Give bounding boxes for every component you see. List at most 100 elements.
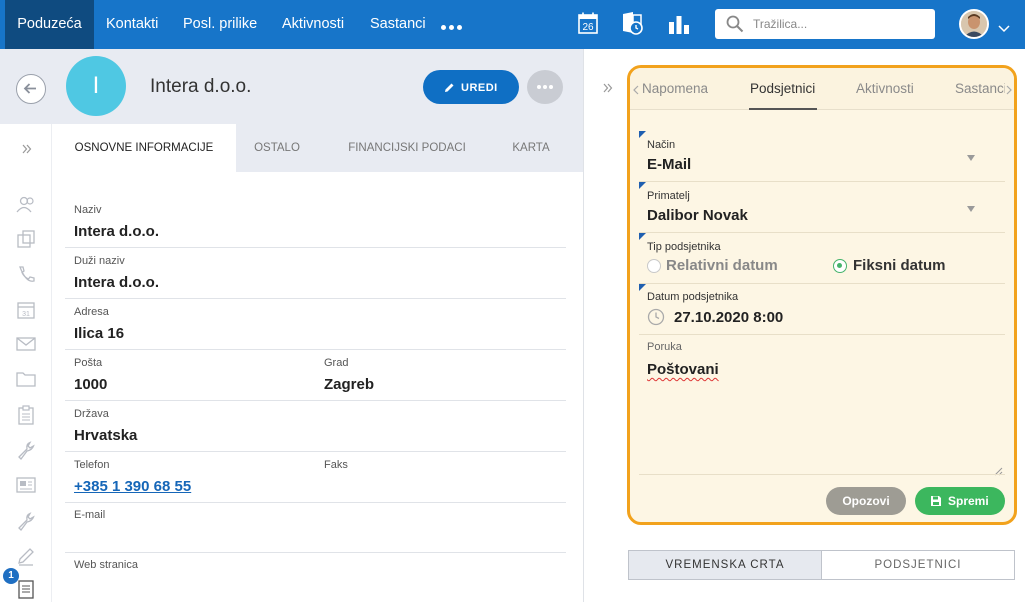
svg-text:31: 31 bbox=[22, 311, 30, 318]
top-navigation-bar: Poduzeća Kontakti Posl. prilike Aktivnos… bbox=[0, 0, 1025, 49]
expand-sidebar-icon[interactable] bbox=[22, 141, 32, 159]
calendar-day-number: 26 bbox=[582, 22, 594, 33]
user-avatar[interactable] bbox=[959, 9, 989, 39]
grad-value[interactable]: Zagreb bbox=[324, 376, 374, 393]
cancel-button[interactable]: Opozovi bbox=[826, 487, 906, 515]
tab-financijski-podaci[interactable]: FINANCIJSKI PODACI bbox=[318, 124, 496, 172]
dropdown-caret-icon[interactable] bbox=[967, 206, 975, 212]
tab-osnovne-informacije[interactable]: OSNOVNE INFORMACIJE bbox=[52, 124, 236, 172]
more-options-button[interactable] bbox=[527, 70, 563, 104]
posta-value[interactable]: 1000 bbox=[74, 376, 107, 393]
field-divider bbox=[65, 552, 566, 553]
field-divider bbox=[65, 451, 566, 452]
field-divider bbox=[639, 232, 1005, 233]
contacts-icon[interactable] bbox=[16, 196, 36, 219]
companies-icon[interactable] bbox=[16, 230, 36, 253]
activities-clock-icon[interactable] bbox=[621, 11, 645, 42]
company-avatar: I bbox=[66, 56, 126, 116]
resize-grip-icon[interactable] bbox=[994, 463, 1003, 481]
save-button[interactable]: Spremi bbox=[915, 487, 1005, 515]
mail-icon[interactable] bbox=[16, 336, 36, 357]
datum-value[interactable]: 27.10.2020 8:00 bbox=[674, 309, 783, 326]
phone-icon[interactable] bbox=[16, 265, 36, 290]
field-divider bbox=[65, 502, 566, 503]
search-input[interactable] bbox=[753, 15, 923, 33]
nav-item-poduzeca[interactable]: Poduzeća bbox=[5, 0, 94, 49]
arrow-left-icon bbox=[23, 83, 36, 94]
naziv-value[interactable]: Intera d.o.o. bbox=[74, 223, 159, 240]
duzi-naziv-value[interactable]: Intera d.o.o. bbox=[74, 274, 159, 291]
field-divider bbox=[65, 400, 566, 401]
floppy-disk-icon bbox=[930, 495, 942, 510]
back-button[interactable] bbox=[16, 74, 46, 104]
field-divider bbox=[639, 474, 1005, 475]
pencil-icon bbox=[444, 82, 455, 96]
field-divider bbox=[65, 247, 566, 248]
folder-icon[interactable] bbox=[16, 370, 36, 393]
nav-item-kontakti[interactable]: Kontakti bbox=[106, 0, 158, 49]
save-button-label: Spremi bbox=[948, 494, 989, 508]
nav-item-sastanci[interactable]: Sastanci bbox=[370, 0, 426, 49]
faks-label: Faks bbox=[324, 459, 348, 471]
edit-note-icon[interactable] bbox=[16, 546, 36, 571]
search-icon bbox=[726, 15, 744, 38]
news-icon[interactable] bbox=[16, 476, 36, 499]
calendar-icon[interactable]: 26 bbox=[578, 12, 598, 39]
radio-fiksni-datum[interactable] bbox=[833, 259, 847, 273]
primatelj-select[interactable]: Dalibor Novak bbox=[647, 207, 748, 224]
drzava-label: Država bbox=[74, 408, 109, 420]
required-marker bbox=[639, 182, 646, 189]
nav-item-poslovne-prilike[interactable]: Posl. prilike bbox=[183, 0, 257, 49]
nacin-select[interactable]: E-Mail bbox=[647, 156, 691, 173]
chevron-right-icon[interactable] bbox=[1006, 82, 1012, 100]
panel-divider bbox=[583, 49, 584, 602]
poruka-label: Poruka bbox=[647, 341, 682, 353]
wrench-icon[interactable] bbox=[16, 440, 36, 465]
search-box bbox=[715, 9, 935, 39]
reminder-panel: Napomena Podsjetnici Aktivnosti Sastanci… bbox=[627, 65, 1017, 525]
tab-sastanci[interactable]: Sastanci bbox=[955, 81, 1005, 96]
chevron-down-icon[interactable] bbox=[998, 20, 1010, 38]
tab-podsjetnici[interactable]: Podsjetnici bbox=[750, 81, 815, 96]
collapse-panel-icon[interactable] bbox=[603, 80, 613, 98]
telefon-label: Telefon bbox=[74, 459, 110, 471]
fiksni-datum-label[interactable]: Fiksni datum bbox=[853, 257, 946, 274]
adresa-label: Adresa bbox=[74, 306, 109, 318]
dropdown-caret-icon[interactable] bbox=[967, 155, 975, 161]
active-tab-underline bbox=[749, 108, 817, 110]
tab-aktivnosti[interactable]: Aktivnosti bbox=[856, 81, 914, 96]
posta-label: Pošta bbox=[74, 357, 103, 369]
tab-podsjetnici-bottom[interactable]: PODSJETNICI bbox=[822, 551, 1014, 579]
tab-karta[interactable]: KARTA bbox=[496, 124, 566, 172]
telefon-link[interactable]: +385 1 390 68 55 bbox=[74, 478, 191, 495]
field-divider bbox=[639, 283, 1005, 284]
nav-item-aktivnosti[interactable]: Aktivnosti bbox=[282, 0, 344, 49]
field-divider bbox=[65, 298, 566, 299]
calendar-rail-icon[interactable]: 31 bbox=[16, 300, 36, 325]
relativni-datum-label[interactable]: Relativni datum bbox=[666, 257, 778, 274]
document-list-icon[interactable] bbox=[16, 579, 36, 602]
bottom-tabs: VREMENSKA CRTA PODSJETNICI bbox=[628, 550, 1015, 580]
company-title: Intera d.o.o. bbox=[150, 76, 252, 97]
adresa-value[interactable]: Ilica 16 bbox=[74, 325, 124, 342]
tools-icon[interactable] bbox=[16, 511, 36, 536]
duzi-naziv-label: Duži naziv bbox=[74, 255, 125, 267]
required-marker bbox=[639, 131, 646, 138]
tab-napomena[interactable]: Napomena bbox=[642, 81, 708, 96]
tab-vremenska-crta[interactable]: VREMENSKA CRTA bbox=[629, 551, 822, 579]
more-nav-icon[interactable] bbox=[441, 17, 465, 31]
clock-icon[interactable] bbox=[647, 308, 665, 331]
datum-label: Datum podsjetnika bbox=[647, 291, 739, 303]
drzava-value[interactable]: Hrvatska bbox=[74, 427, 137, 444]
required-marker bbox=[639, 233, 646, 240]
reports-chart-icon[interactable] bbox=[668, 14, 690, 39]
chevron-left-icon[interactable] bbox=[633, 82, 639, 100]
nacin-label: Način bbox=[647, 139, 676, 151]
poruka-textarea[interactable]: Poštovani bbox=[647, 361, 719, 378]
tab-ostalo[interactable]: OSTALO bbox=[236, 124, 318, 172]
edit-button[interactable]: UREDI bbox=[423, 70, 519, 104]
clipboard-icon[interactable] bbox=[16, 405, 36, 430]
radio-relativni-datum[interactable] bbox=[647, 259, 661, 273]
tip-label: Tip podsjetnika bbox=[647, 241, 721, 253]
email-label: E-mail bbox=[74, 509, 106, 521]
